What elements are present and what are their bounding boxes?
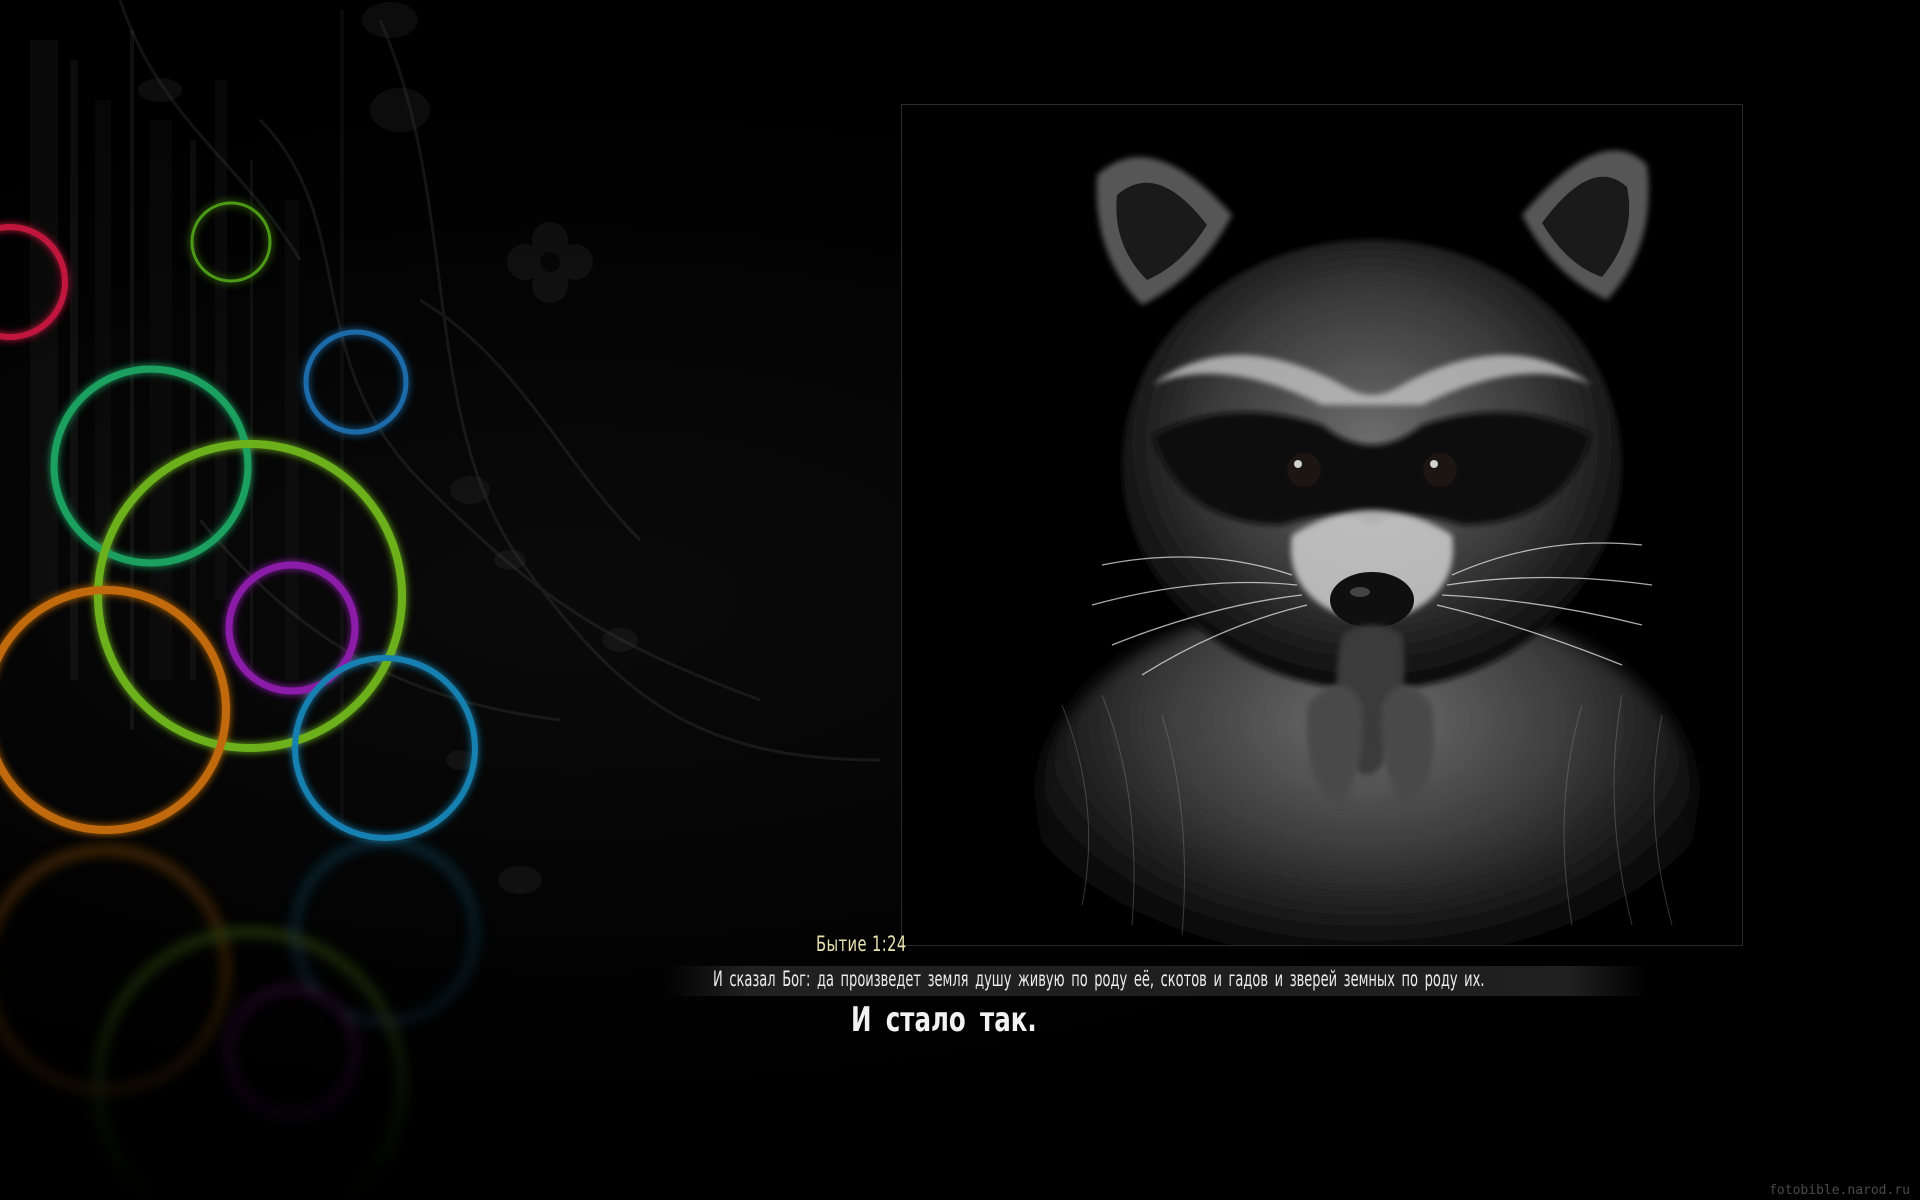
decorative-rings-and-florals [0, 0, 900, 1200]
wallpaper: Бытие 1:24 И сказал Бог: да произведет з… [0, 0, 1920, 1200]
raccoon-illustration [1037, 150, 1697, 945]
ring-reflection [0, 839, 478, 1200]
watermark: fotobible.narod.ru [1769, 1183, 1910, 1198]
vertical-stripes [30, 10, 344, 830]
verse-text: И сказал Бог: да произведет земля душу ж… [713, 967, 1485, 991]
raccoon-photo [901, 104, 1743, 946]
decor-graphic [0, 0, 881, 1200]
verse-closing: И стало так. [851, 1000, 1037, 1040]
verse-reference: Бытие 1:24 [816, 932, 907, 956]
